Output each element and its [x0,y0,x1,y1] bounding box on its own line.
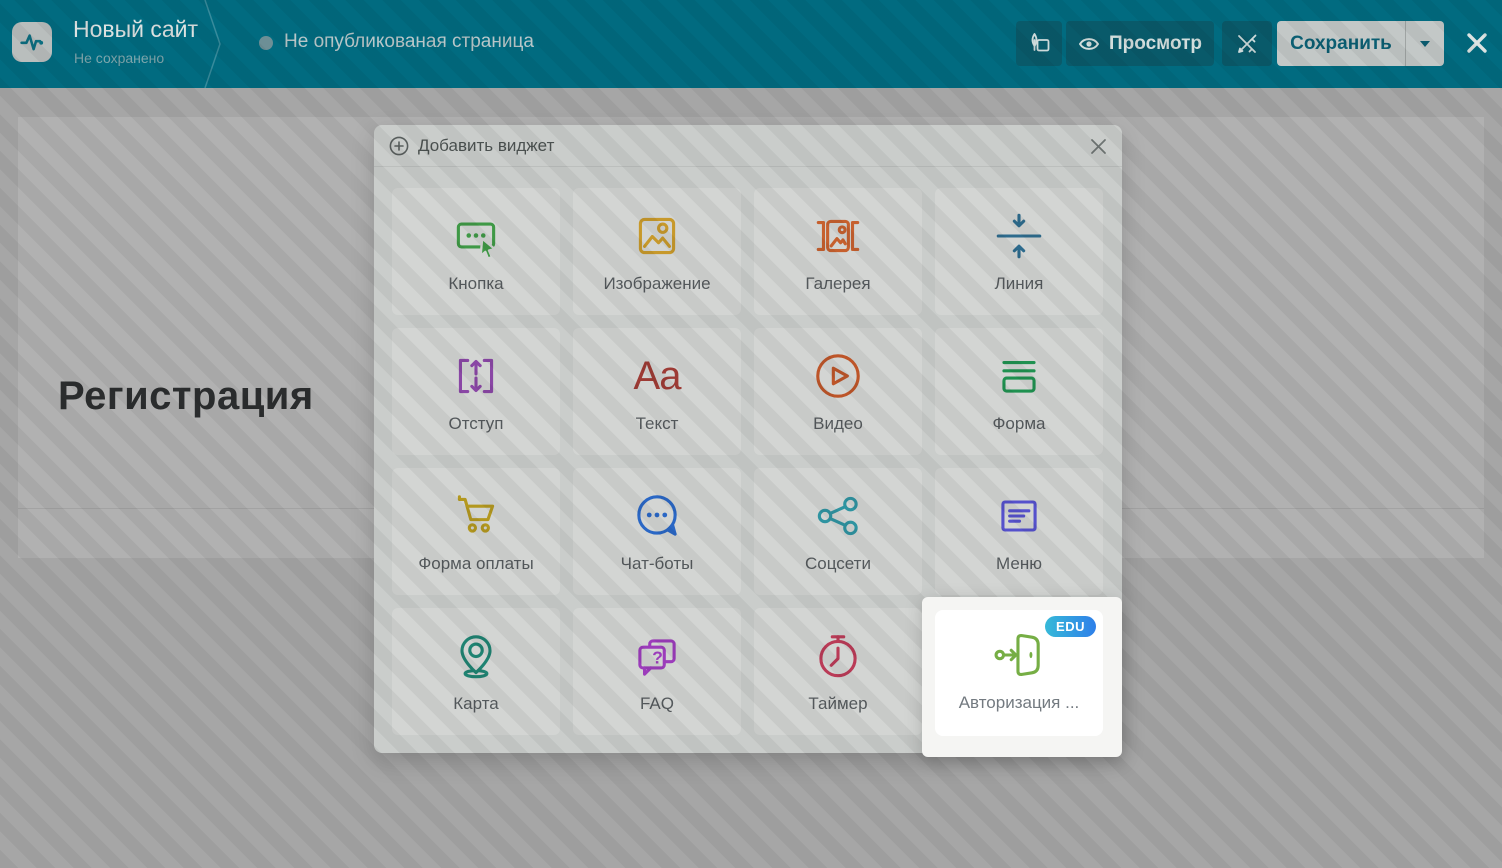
save-button[interactable]: Сохранить [1277,33,1405,55]
form-icon [991,348,1047,404]
widget-tile-faq[interactable]: ? FAQ [573,608,741,735]
widget-tile-payment-form[interactable]: Форма оплаты [392,468,560,595]
image-icon [629,208,685,264]
modal-title: Добавить виджет [418,135,555,155]
widget-tile-social[interactable]: Соцсети [754,468,922,595]
preview-button-label: Просмотр [1108,32,1203,54]
edu-badge: EDU [1045,616,1096,637]
site-title[interactable]: Новый сайт [73,16,198,43]
editor-stage: Новый сайт Не сохранено Не опубликованая… [0,0,1502,868]
line-icon [991,208,1047,264]
widget-label: Отступ [448,414,504,433]
widget-tile-gallery[interactable]: Галерея [754,188,922,315]
save-button-group: Сохранить [1277,21,1444,66]
widget-tile-video[interactable]: Видео [754,328,922,455]
gallery-icon [810,208,866,264]
close-icon [1090,138,1106,154]
widget-tile-authorization[interactable]: EDU Авторизация ... [935,610,1103,736]
widget-label: Чат-боты [620,554,694,573]
widget-tile-menu[interactable]: Меню [935,468,1103,595]
widget-tile-image[interactable]: Изображение [573,188,741,315]
svg-text:?: ? [652,647,663,667]
map-pin-icon [448,628,504,684]
widget-label: Видео [813,414,863,433]
preview-button[interactable]: Просмотр [1066,21,1214,66]
eye-icon [1078,37,1099,50]
button-icon [448,208,504,264]
widget-label: Авторизация ... [958,693,1080,712]
login-door-icon [991,627,1047,683]
app-logo[interactable] [12,22,52,62]
widget-label: FAQ [639,694,674,713]
close-icon [1467,33,1487,53]
page-status-dot [259,36,273,50]
plus-circle-icon [389,136,409,155]
widget-label: Галерея [805,274,871,293]
widget-tile-line[interactable]: Линия [935,188,1103,315]
widget-tile-text[interactable]: Aa Текст [573,328,741,455]
video-play-icon [810,348,866,404]
cart-icon [448,488,504,544]
modal-close-button[interactable] [1088,136,1108,156]
faq-bubbles-icon: ? [629,628,685,684]
widget-label: Форма [992,414,1046,433]
widget-spotlight: EDU Авторизация ... [922,597,1122,757]
device-preview-button[interactable] [1016,21,1062,66]
widget-label: Линия [994,274,1044,293]
widget-tile-chatbots[interactable]: Чат-боты [573,468,741,595]
pen-page-icon [1031,32,1050,51]
menu-box-icon [991,488,1047,544]
share-nodes-icon [810,488,866,544]
chat-bubble-icon [629,488,685,544]
widget-label: Текст [635,414,679,433]
stopwatch-icon [810,628,866,684]
crossed-pencils-icon [1238,34,1257,53]
close-editor-button[interactable] [1463,29,1491,57]
widget-label: Изображение [603,274,711,293]
save-status-text: Не сохранено [74,50,165,66]
page-heading[interactable]: Регистрация [58,374,314,419]
page-status-text: Не опубликованая страница [284,31,534,52]
widget-label: Форма оплаты [418,554,534,573]
spacing-icon [448,348,504,404]
save-options-button[interactable] [1406,40,1444,47]
widget-tile-timer[interactable]: Таймер [754,608,922,735]
widget-tile-button[interactable]: Кнопка [392,188,560,315]
widget-label: Карта [453,694,499,713]
chevron-down-icon [1420,40,1430,47]
widget-label: Меню [996,554,1042,573]
text-aa-icon: Aa [633,353,682,398]
top-bar: Новый сайт Не сохранено Не опубликованая… [0,0,1502,88]
pulse-icon [20,34,44,51]
widget-tile-spacing[interactable]: Отступ [392,328,560,455]
breadcrumb-chevron [204,0,221,88]
widget-label: Соцсети [805,554,871,573]
widget-tile-map[interactable]: Карта [392,608,560,735]
widget-tile-form[interactable]: Форма [935,328,1103,455]
widget-label: Таймер [808,694,868,713]
widget-label: Кнопка [448,274,504,293]
modal-header: Добавить виджет [374,125,1122,167]
design-tools-button[interactable] [1222,21,1272,66]
